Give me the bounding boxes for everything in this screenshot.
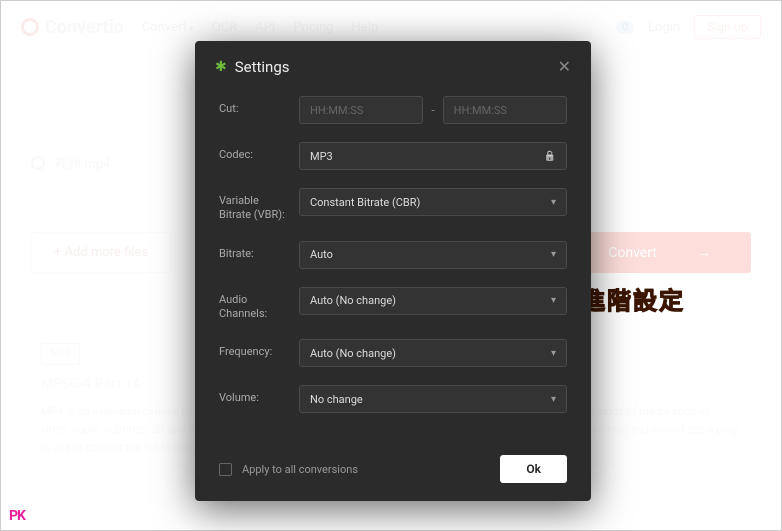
gear-icon: ✱ [215, 59, 227, 75]
apply-all-checkbox[interactable] [219, 463, 232, 476]
apply-all-label: Apply to all conversions [242, 463, 358, 476]
ok-button[interactable]: Ok [500, 455, 567, 483]
chevron-down-icon: ▾ [551, 348, 556, 359]
watermark: PK [9, 508, 25, 524]
nav-pricing[interactable]: Pricing [293, 20, 333, 35]
frequency-select[interactable]: Auto (No change) ▾ [299, 339, 567, 367]
settings-modal: ✱ Settings ✕ Cut: HH:MM:SS - HH:MM:SS Co… [195, 41, 591, 501]
modal-footer: Apply to all conversions Ok [195, 445, 591, 501]
modal-header: ✱ Settings ✕ [195, 41, 591, 96]
chevron-down-icon: ▾ [551, 394, 556, 405]
annotation-advanced-settings: 進階設定 [581, 281, 685, 316]
nav-convert[interactable]: Convert [142, 20, 194, 35]
nav-api[interactable]: API [255, 20, 275, 35]
label-vbr: Variable Bitrate (VBR): [219, 188, 285, 223]
logo-text: Convertio [45, 17, 124, 38]
modal-body: Cut: HH:MM:SS - HH:MM:SS Codec: MP3 Vari… [195, 96, 591, 445]
label-frequency: Frequency: [219, 339, 285, 359]
cut-from-input[interactable]: HH:MM:SS [299, 96, 423, 124]
signup-button[interactable]: Sign Up [694, 15, 761, 39]
nav-ocr[interactable]: OCR [212, 20, 237, 35]
add-files-button[interactable]: Add more files [31, 232, 171, 273]
header-badge[interactable]: 0 [616, 21, 634, 34]
label-codec: Codec: [219, 142, 285, 162]
logo[interactable]: Convertio [21, 17, 124, 38]
chevron-down-icon: ▾ [551, 249, 556, 260]
logo-icon [21, 18, 39, 36]
label-channels: Audio Channels: [219, 287, 285, 322]
chevron-down-icon: ▾ [551, 295, 556, 306]
channels-select[interactable]: Auto (No change) ▾ [299, 287, 567, 315]
cut-range-dash: - [431, 103, 434, 117]
file-status-icon [31, 156, 45, 170]
label-bitrate: Bitrate: [219, 241, 285, 261]
codec-select[interactable]: MP3 [299, 142, 567, 170]
volume-select[interactable]: No change ▾ [299, 385, 567, 413]
vbr-value: Constant Bitrate (CBR) [310, 196, 420, 209]
bitrate-select[interactable]: Auto ▾ [299, 241, 567, 269]
modal-title: Settings [235, 58, 290, 76]
vbr-select[interactable]: Constant Bitrate (CBR) ▾ [299, 188, 567, 216]
cut-to-input[interactable]: HH:MM:SS [443, 96, 567, 124]
convert-button[interactable]: Convert [568, 232, 751, 273]
close-icon[interactable]: ✕ [558, 57, 571, 76]
nav-help[interactable]: Help [352, 20, 379, 35]
file-name: 视频.mp4 [55, 153, 110, 172]
label-cut: Cut: [219, 96, 285, 116]
channels-value: Auto (No change) [310, 294, 396, 307]
chevron-down-icon: ▾ [551, 197, 556, 208]
format-badge: MP4 [41, 343, 80, 365]
codec-value: MP3 [310, 150, 333, 163]
volume-value: No change [310, 393, 363, 406]
frequency-value: Auto (No change) [310, 347, 396, 360]
login-link[interactable]: Login [648, 20, 680, 35]
bitrate-value: Auto [310, 248, 333, 261]
convert-label: Convert [608, 245, 657, 261]
label-volume: Volume: [219, 385, 285, 405]
